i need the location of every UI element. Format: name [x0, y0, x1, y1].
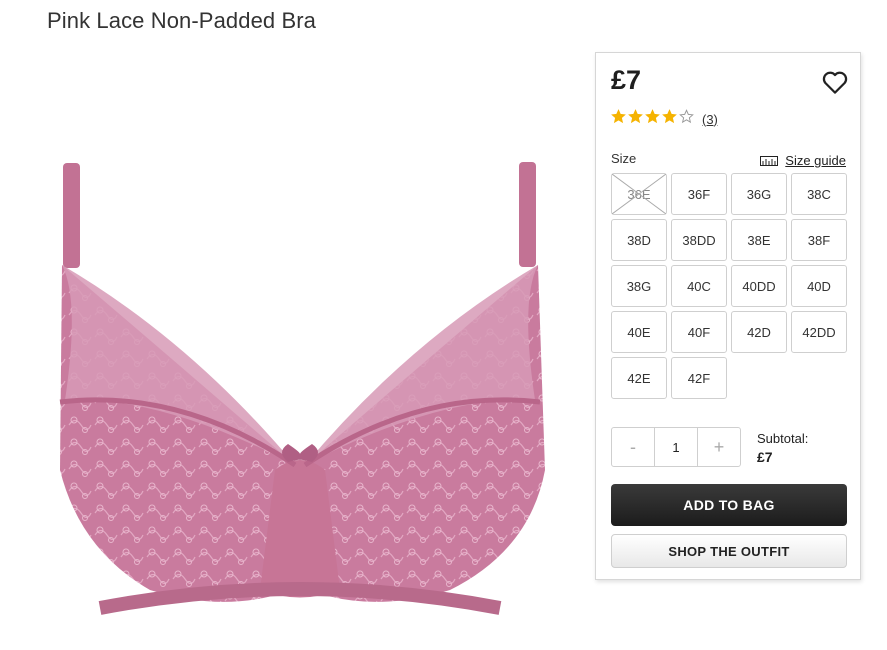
size-option-36e: 36E [611, 173, 667, 215]
size-option-label: 40F [687, 324, 711, 340]
star-rating [611, 109, 696, 129]
rating: (3) [611, 109, 718, 129]
subtotal-label: Subtotal: [757, 431, 809, 446]
size-guide-label: Size guide [785, 153, 846, 168]
size-option-label: 38G [626, 278, 652, 294]
increase-quantity-button[interactable]: + [698, 428, 740, 466]
size-option-label: 40D [807, 278, 831, 294]
size-option-40c[interactable]: 40C [671, 265, 727, 307]
size-option-label: 38C [807, 186, 831, 202]
size-option-42e[interactable]: 42E [611, 357, 667, 399]
size-option-label: 38D [627, 232, 651, 248]
product-title: Pink Lace Non-Padded Bra [47, 8, 317, 33]
size-grid: 36E 36F 36G 38C 38D 38DD 38E 38F 38G 40C 40DD 40D 40… [611, 173, 849, 399]
star-filled-icon [662, 109, 677, 124]
size-option-38g[interactable]: 38G [611, 265, 667, 307]
size-option-label: 42D [747, 324, 771, 340]
add-to-bag-button[interactable]: ADD TO BAG [611, 484, 847, 526]
star-filled-icon [611, 109, 626, 124]
quantity-stepper: - 1 + [611, 427, 741, 467]
size-option-label: 40DD [742, 278, 776, 294]
product-image [40, 150, 570, 630]
size-option-label: 42DD [802, 324, 836, 340]
size-option-label: 40E [627, 324, 651, 340]
heart-icon[interactable] [820, 67, 850, 97]
size-option-40d[interactable]: 40D [791, 265, 847, 307]
size-option-38c[interactable]: 38C [791, 173, 847, 215]
size-option-40e[interactable]: 40E [611, 311, 667, 353]
size-label: Size [611, 151, 637, 166]
size-option-label: 42E [627, 370, 651, 386]
size-option-label: 36G [746, 186, 772, 202]
decrease-quantity-button[interactable]: - [612, 428, 654, 466]
star-filled-icon [628, 109, 643, 124]
size-option-label: 38F [807, 232, 831, 248]
size-option-label: 36F [687, 186, 711, 202]
quantity-value[interactable]: 1 [654, 428, 698, 466]
star-filled-icon [645, 109, 660, 124]
size-option-38e[interactable]: 38E [731, 219, 787, 261]
size-option-38dd[interactable]: 38DD [671, 219, 727, 261]
size-option-42f[interactable]: 42F [671, 357, 727, 399]
price: £7 [611, 65, 642, 95]
size-option-42d[interactable]: 42D [731, 311, 787, 353]
size-option-label: 38E [747, 232, 771, 248]
size-option-label: 40C [687, 278, 711, 294]
purchase-panel: £7 (3) Size Size guide 36E 36F 36G 38C 38D 38… [595, 52, 861, 580]
size-option-40f[interactable]: 40F [671, 311, 727, 353]
size-option-36f[interactable]: 36F [671, 173, 727, 215]
size-guide-link[interactable]: Size guide [760, 153, 846, 168]
star-empty-icon [679, 109, 694, 124]
size-option-38f[interactable]: 38F [791, 219, 847, 261]
size-option-label: 38DD [682, 232, 716, 248]
ruler-icon [760, 155, 779, 166]
size-option-40dd[interactable]: 40DD [731, 265, 787, 307]
shop-the-outfit-button[interactable]: SHOP THE OUTFIT [611, 534, 847, 568]
subtotal-value: £7 [757, 449, 773, 465]
size-option-42dd[interactable]: 42DD [791, 311, 847, 353]
size-option-label: 42F [687, 370, 711, 386]
unavailable-cross-icon [612, 174, 666, 214]
size-option-38d[interactable]: 38D [611, 219, 667, 261]
size-option-36g[interactable]: 36G [731, 173, 787, 215]
review-count-link[interactable]: (3) [702, 112, 718, 127]
